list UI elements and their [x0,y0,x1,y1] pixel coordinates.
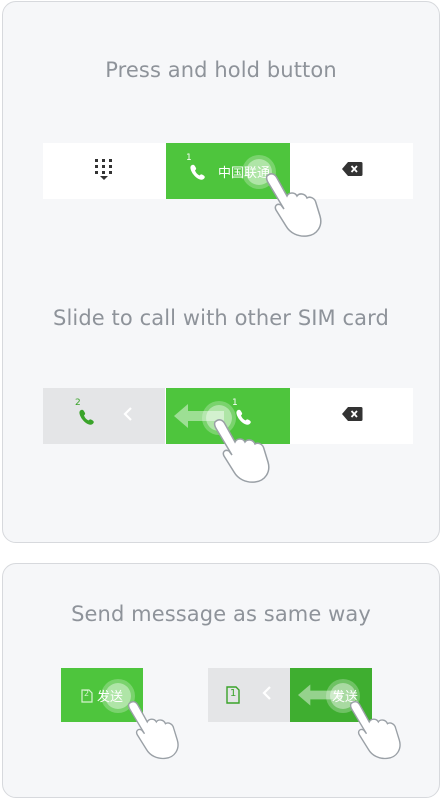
send-message-heading: Send message as same way [71,602,371,626]
sim-number-2: 2 [75,398,81,408]
sim1-send-option[interactable]: 1 [208,668,290,722]
backspace-icon [341,161,363,181]
sim-number-1: 1 [232,398,238,408]
sim-card-icon: 1 [226,686,240,704]
press-hold-heading: Press and hold button [105,58,337,82]
phone-icon: 2 [75,398,97,428]
message-tutorial-card: Send message as same way 2 发送 1 发送 [2,563,440,798]
hand-pointer-icon [349,700,401,760]
sim-number-2: 2 [83,689,90,698]
dial-bar: 1 中国联通 [43,143,413,199]
hand-pointer-icon [265,173,322,237]
call-tutorial-card: Press and hold button 1 中国联通 Slide to ca… [2,1,440,543]
dialpad-icon [93,157,115,185]
backspace-button[interactable] [291,388,413,444]
hand-pointer-icon [127,700,179,760]
phone-icon: 1 [186,153,208,183]
sim2-call-option[interactable]: 2 [43,388,165,444]
backspace-icon [341,406,363,426]
chevron-left-icon [123,406,133,426]
sim-card-icon: 2 [81,688,93,703]
sim-number-1: 1 [230,688,237,699]
sim-number-1: 1 [185,153,192,163]
slide-heading: Slide to call with other SIM card [53,306,389,330]
hand-pointer-icon [213,419,270,483]
chevron-left-icon [262,685,272,705]
dialpad-button[interactable] [43,143,165,199]
